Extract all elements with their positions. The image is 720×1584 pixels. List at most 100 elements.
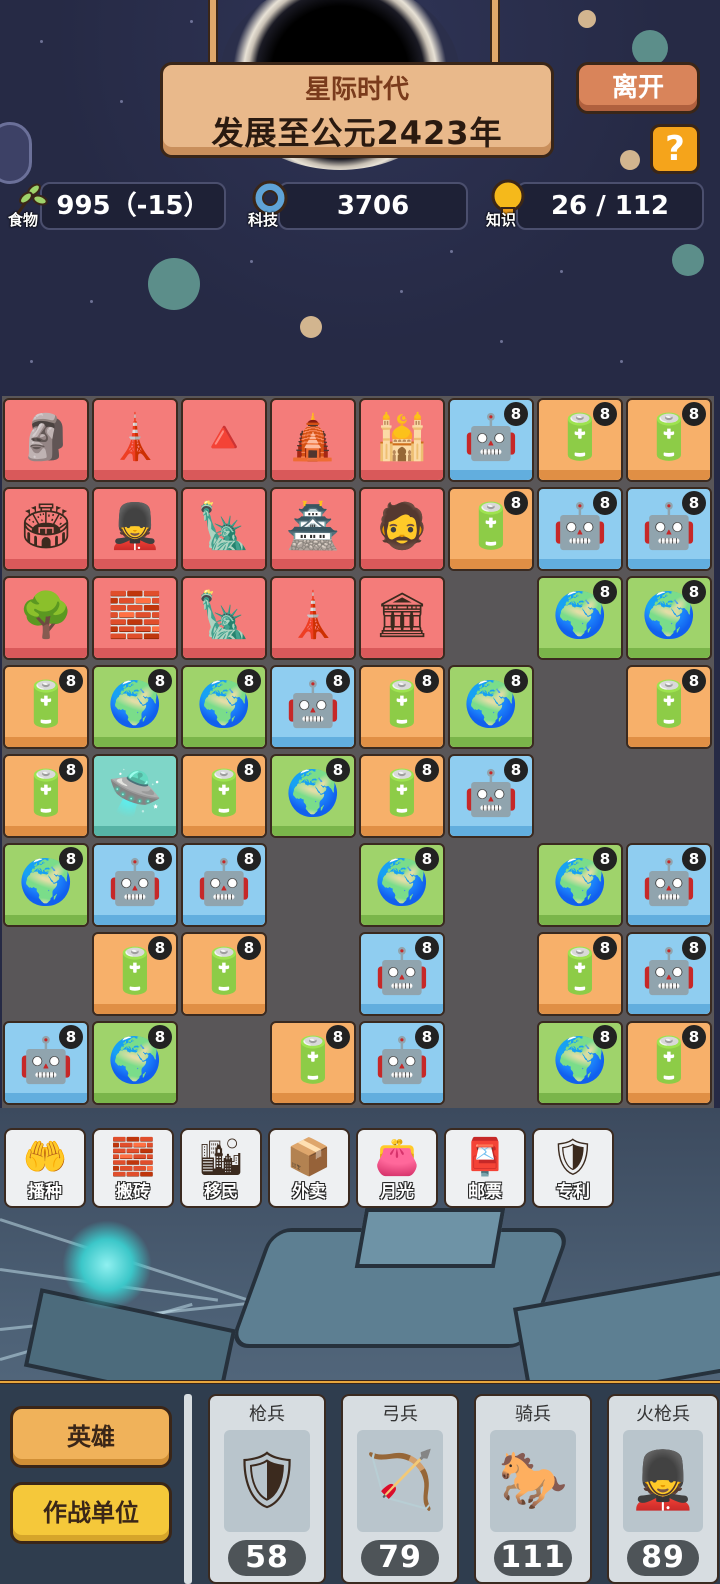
unit-card[interactable]: 火枪兵 💂 89 [607,1394,719,1584]
board-tile[interactable]: 🔋 8 [359,754,445,838]
action-button[interactable]: 🏙 移民 [180,1128,262,1208]
board-tile[interactable]: 🌍 8 [270,754,356,838]
tile-level-badge: 8 [593,847,617,871]
unit-card[interactable]: 弓兵 🏹 79 [341,1394,459,1584]
knowledge-resource[interactable]: 26 / 112 [516,182,704,230]
knowledge-label: 知识 [486,211,517,229]
board-tile[interactable]: 🏟 [3,487,89,571]
board-tile[interactable]: 🕌 [359,398,445,482]
empty-cell [3,932,89,1016]
board-tile[interactable]: 🗽 [181,487,267,571]
board-tile[interactable]: 🌍 8 [537,576,623,660]
great-wall-icon: 🧱 [107,590,163,642]
board-tile[interactable]: 🤖 8 [359,1021,445,1105]
tile-level-badge: 8 [593,402,617,426]
board-tile[interactable]: 🤖 8 [626,843,712,927]
board-tile[interactable]: 🤖 8 [626,487,712,571]
board-tile[interactable]: 🏛 [359,576,445,660]
board-tile[interactable]: 🔋 8 [448,487,534,571]
unit-card[interactable]: 枪兵 🛡 58 [208,1394,326,1584]
board-tile[interactable]: 🌍 8 [626,576,712,660]
board-tile[interactable]: 🤖 8 [181,843,267,927]
board-tile[interactable]: 🤖 8 [359,932,445,1016]
board-tile[interactable]: 🔋 8 [537,398,623,482]
patent-shield-icon: 🛡 [550,1137,596,1178]
board-tile[interactable]: 🔋 8 [181,754,267,838]
action-button[interactable]: 🧱 搬砖 [92,1128,174,1208]
lightbulb-icon: 知识 [484,176,532,229]
food-resource[interactable]: 995（-15） [40,182,226,230]
board-tile[interactable]: 🏯 [270,487,356,571]
greek-statue-icon: 🗽 [196,501,252,553]
tile-level-badge: 8 [237,669,261,693]
combat-units-tab[interactable]: 作战单位 [10,1482,172,1544]
action-button[interactable]: 🛡 专利 [532,1128,614,1208]
board-tile[interactable]: 🗽 [181,576,267,660]
board-tile[interactable]: 🗼 [270,576,356,660]
unit-card[interactable]: 骑兵 🐎 111 [474,1394,592,1584]
tile-level-badge: 8 [682,669,706,693]
board-tile[interactable]: 🔋 8 [3,665,89,749]
board-tile[interactable]: 🌍 8 [537,1021,623,1105]
empty-cell [448,1021,534,1105]
board-tile[interactable]: 🛕 [270,398,356,482]
board-tile[interactable]: 🔋 8 [359,665,445,749]
board-tile[interactable]: 🌍 8 [3,843,89,927]
empty-cell [448,576,534,660]
board-tile[interactable]: 🔋 8 [626,1021,712,1105]
empty-cell [270,843,356,927]
board-tile[interactable]: 🗿 [3,398,89,482]
board-tile[interactable]: 🤖 8 [448,754,534,838]
board-tile[interactable]: 🔋 8 [626,665,712,749]
board-tile[interactable]: 🔋 8 [537,932,623,1016]
tile-level-badge: 8 [682,491,706,515]
help-button[interactable]: ? [650,124,700,174]
tile-level-badge: 8 [237,847,261,871]
mayan-pyramid-icon: 🛕 [285,412,341,464]
board-tile[interactable]: 🤖 8 [92,843,178,927]
unit-count: 79 [361,1540,439,1576]
board-tile[interactable]: 🤖 8 [448,398,534,482]
board-tile[interactable]: 🗼 [92,398,178,482]
board-tile[interactable]: 🌍 8 [448,665,534,749]
tech-resource[interactable]: 3706 [278,182,468,230]
board-tile[interactable]: 🔋 8 [270,1021,356,1105]
tile-level-badge: 8 [682,1025,706,1049]
board-tile[interactable]: 🤖 8 [270,665,356,749]
board-tile[interactable]: 💂 [92,487,178,571]
empty-cell [270,932,356,1016]
heroes-tab[interactable]: 英雄 [10,1406,172,1468]
board-tile[interactable]: 🔺 [181,398,267,482]
board-tile[interactable]: 🛸 [92,754,178,838]
tile-level-badge: 8 [504,669,528,693]
leave-button[interactable]: 离开 [576,62,700,114]
action-button[interactable]: 📮 邮票 [444,1128,526,1208]
board-tile[interactable]: 🌍 8 [181,665,267,749]
board-tile[interactable]: 🤖 8 [626,932,712,1016]
tile-level-badge: 8 [682,847,706,871]
board-tile[interactable]: 🌍 8 [92,665,178,749]
delivery-box-icon: 📦 [286,1137,332,1178]
board-tile[interactable]: 🧱 [92,576,178,660]
action-button[interactable]: 🤲 播种 [4,1128,86,1208]
empty-cell [537,754,623,838]
tile-level-badge: 8 [504,491,528,515]
board-tile[interactable]: 🔋 8 [3,754,89,838]
board-tile[interactable]: 🔋 8 [181,932,267,1016]
board-tile[interactable]: 🌍 8 [537,843,623,927]
side-character-peek[interactable] [0,122,32,184]
board-tile[interactable]: 🌍 8 [359,843,445,927]
board-tile[interactable]: 🔋 8 [626,398,712,482]
board-tile[interactable]: 🤖 8 [537,487,623,571]
action-button[interactable]: 👛 月光 [356,1128,438,1208]
tile-level-badge: 8 [415,758,439,782]
unit-count: 111 [494,1540,572,1576]
board-tile[interactable]: 🤖 8 [3,1021,89,1105]
unit-name: 枪兵 [249,1404,285,1425]
board-tile[interactable]: 🧔 [359,487,445,571]
board-tile[interactable]: 🌳 [3,576,89,660]
board-tile[interactable]: 🌍 8 [92,1021,178,1105]
board-tile[interactable]: 🔋 8 [92,932,178,1016]
tile-level-badge: 8 [593,1025,617,1049]
action-button[interactable]: 📦 外卖 [268,1128,350,1208]
